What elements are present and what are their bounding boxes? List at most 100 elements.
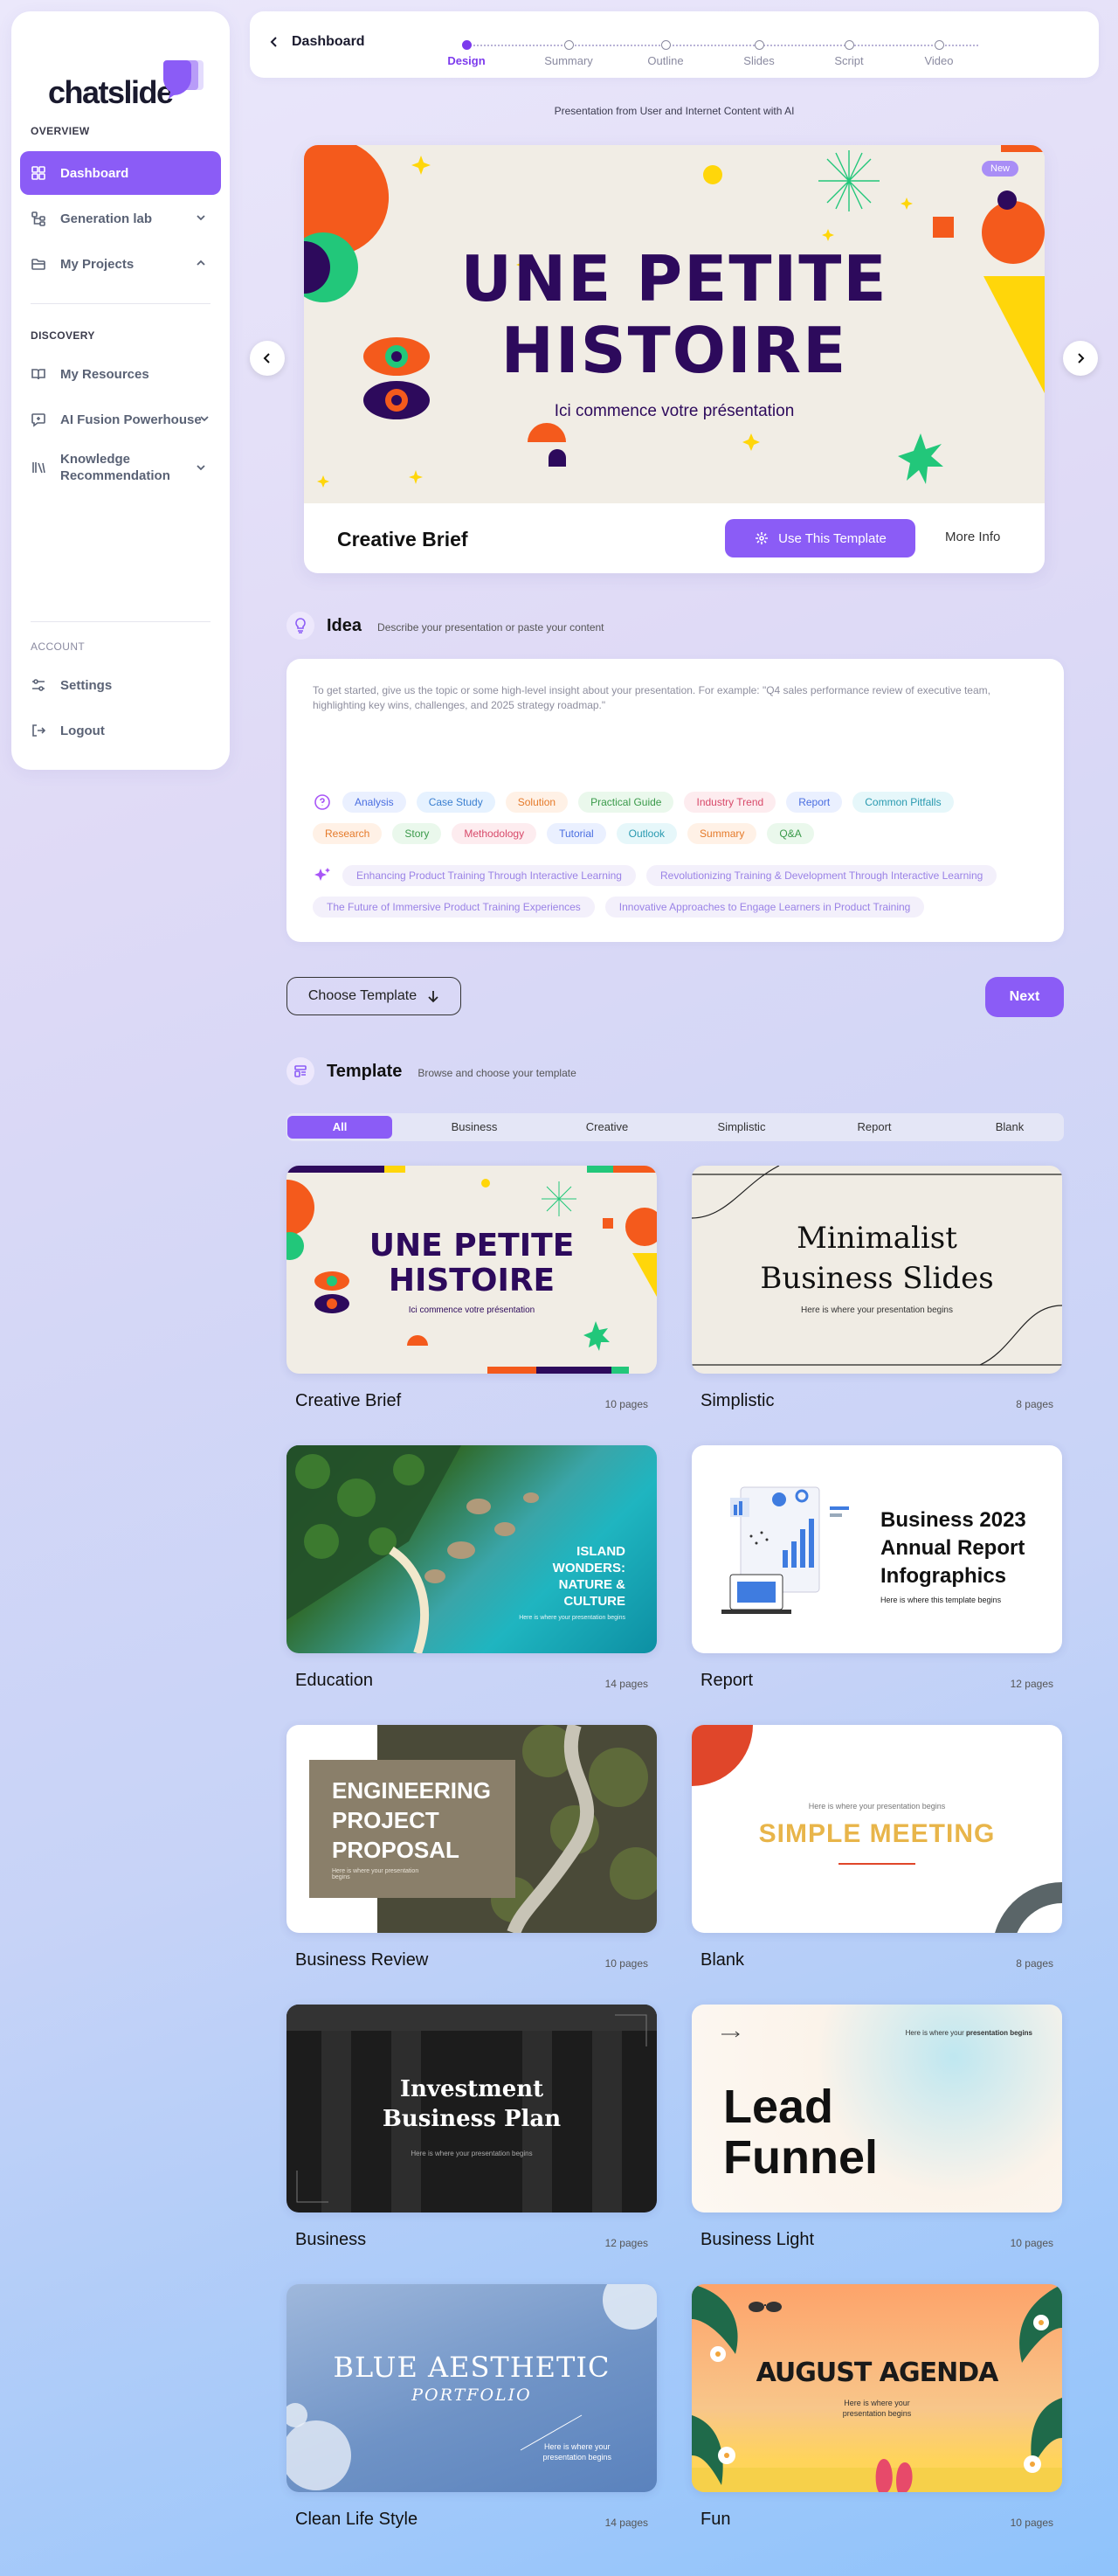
sidebar-item-knowledge[interactable]: Knowledge Recommendation [20, 443, 221, 492]
chip-common-pitfalls[interactable]: Common Pitfalls [852, 792, 954, 813]
template-name: Blank [700, 1950, 745, 1970]
template-card-report[interactable]: Business 2023 Annual Report Infographics… [692, 1445, 1062, 1707]
step-summary[interactable]: Summary [516, 40, 621, 67]
hero-tagline: Ici commence votre présentation [554, 402, 795, 420]
thumb-title: AUGUST AGENDA [756, 2358, 999, 2388]
chip-practical-guide[interactable]: Practical Guide [578, 792, 674, 813]
thumb-subtitle: Here is where your presentation begins [801, 1305, 953, 1315]
thumb-subtitle: Ici commence votre présentation [408, 1305, 535, 1315]
chip-outlook[interactable]: Outlook [616, 823, 678, 844]
carousel-prev-button[interactable] [250, 341, 285, 376]
template-pages: 14 pages [604, 2517, 648, 2529]
thumb-subtitle: Here is where your presentation begins [411, 2150, 533, 2157]
template-description: Browse and choose your template [418, 1067, 576, 1079]
template-filter-tabs: All Business Creative Simplistic Report … [286, 1113, 1064, 1141]
chip-story[interactable]: Story [392, 823, 442, 844]
sparkles-icon [314, 868, 330, 881]
chip-summary[interactable]: Summary [687, 823, 757, 844]
sidebar-item-my-projects[interactable]: My Projects [20, 242, 221, 286]
use-template-button[interactable]: Use This Template [725, 519, 915, 557]
template-card-fun[interactable]: AUGUST AGENDA Here is where your present… [692, 2284, 1062, 2546]
more-info-button[interactable]: More Info [945, 530, 1000, 544]
sidebar-item-generation-lab[interactable]: Generation lab [20, 197, 221, 240]
suggestion-item[interactable]: Enhancing Product Training Through Inter… [342, 865, 636, 886]
thumb-title-line: Business Slides [760, 1261, 994, 1296]
tab-business[interactable]: Business [422, 1116, 527, 1139]
tab-creative[interactable]: Creative [555, 1116, 659, 1139]
idea-description: Describe your presentation or paste your… [377, 621, 604, 634]
step-outline[interactable]: Outline [613, 40, 718, 67]
carousel-next-button[interactable] [1063, 341, 1098, 376]
tab-simplistic[interactable]: Simplistic [689, 1116, 794, 1139]
featured-template-footer: Creative Brief Use This Template More In… [304, 503, 1045, 573]
thumb-subtitle: Here is where your presentation begins [692, 2398, 1062, 2419]
thumb-title-line: Funnel [723, 2131, 878, 2184]
back-to-dashboard[interactable]: Dashboard [269, 34, 365, 50]
idea-placeholder[interactable]: To get started, give us the topic or som… [313, 683, 1038, 713]
tab-blank[interactable]: Blank [957, 1116, 1062, 1139]
template-card-business-light[interactable]: Here is where your presentation begins L… [692, 2005, 1062, 2267]
template-card-business-review[interactable]: ENGINEERING PROJECT PROPOSAL Here is whe… [286, 1725, 657, 1987]
suggestions-row2: The Future of Immersive Product Training… [313, 897, 925, 918]
top-bar: Dashboard Design Summary Outline Slides … [250, 11, 1099, 78]
template-thumbnail: BLUE AESTHETIC PORTFOLIO Here is where y… [286, 2284, 657, 2492]
chip-case-study[interactable]: Case Study [416, 792, 495, 813]
sidebar-item-logout[interactable]: Logout [20, 709, 221, 752]
idea-input-area[interactable]: To get started, give us the topic or som… [286, 659, 1064, 942]
template-thumbnail: Here is where your presentation begins S… [692, 1725, 1062, 1933]
template-card-clean-life-style[interactable]: BLUE AESTHETIC PORTFOLIO Here is where y… [286, 2284, 657, 2546]
featured-template-name: Creative Brief [337, 528, 468, 551]
step-script[interactable]: Script [797, 40, 901, 67]
chip-analysis[interactable]: Analysis [342, 792, 406, 813]
sidebar-item-my-resources[interactable]: My Resources [20, 352, 221, 396]
chip-tutorial[interactable]: Tutorial [547, 823, 606, 844]
thumb-subtitle-part: Here is where your [905, 2029, 964, 2037]
step-slides[interactable]: Slides [707, 40, 811, 67]
thumb-title-line: Minimalist [797, 1221, 957, 1256]
sidebar-item-settings[interactable]: Settings [20, 663, 221, 707]
topic-chips-row1: Analysis Case Study Solution Practical G… [313, 792, 954, 813]
chip-research[interactable]: Research [313, 823, 383, 844]
tab-all[interactable]: All [287, 1116, 392, 1139]
sidebar-item-dashboard[interactable]: Dashboard [20, 151, 221, 195]
template-pages: 10 pages [1010, 2517, 1053, 2529]
chatslide-logo[interactable]: chatslide [36, 45, 219, 114]
template-card-education[interactable]: ISLAND WONDERS: NATURE & CULTURE Here is… [286, 1445, 657, 1707]
suggestion-item[interactable]: Revolutionizing Training & Development T… [645, 865, 997, 886]
tab-report[interactable]: Report [822, 1116, 927, 1139]
logo-mark-icon [162, 60, 204, 99]
template-thumbnail: Minimalist Business Slides Here is where… [692, 1166, 1062, 1374]
library-icon [31, 460, 46, 475]
template-pages: 12 pages [604, 2237, 648, 2249]
chevron-left-icon [270, 37, 277, 47]
account-label: ACCOUNT [31, 641, 86, 653]
featured-template-preview: New une petite histoire Ici commence vot… [304, 145, 1045, 503]
choose-template-button[interactable]: Choose Template [286, 977, 461, 1015]
chip-industry-trend[interactable]: Industry Trend [684, 792, 776, 813]
step-label: Script [834, 54, 864, 67]
flow-icon [31, 211, 46, 226]
sidebar-item-label: My Resources [60, 366, 149, 382]
sidebar-item-ai-fusion[interactable]: AI Fusion Powerhouse [20, 398, 221, 441]
thumb-subtitle: Here is where your presentation begins [808, 1802, 946, 1811]
template-card-business[interactable]: Investment Business Plan Here is where y… [286, 2005, 657, 2267]
template-thumbnail: Investment Business Plan Here is where y… [286, 2005, 657, 2212]
chip-solution[interactable]: Solution [505, 792, 569, 813]
sidebar-item-label: My Projects [60, 256, 135, 272]
chip-report[interactable]: Report [786, 792, 843, 813]
step-label: Summary [544, 54, 593, 67]
template-card-blank[interactable]: Here is where your presentation begins S… [692, 1725, 1062, 1987]
template-card-creative-brief[interactable]: une petite histoire Ici commence votre p… [286, 1166, 657, 1428]
step-video[interactable]: Video [887, 40, 991, 67]
step-design[interactable]: Design [414, 40, 519, 67]
thumb-title-italic: PORTFOLIO [411, 2386, 532, 2405]
featured-template-card[interactable]: New une petite histoire Ici commence vot… [304, 145, 1045, 573]
next-button[interactable]: Next [985, 977, 1064, 1017]
thumb-subtitle-bold: presentation begins [965, 2029, 1032, 2037]
suggestion-item[interactable]: Innovative Approaches to Engage Learners… [604, 897, 925, 918]
step-label: Video [924, 54, 954, 67]
chip-methodology[interactable]: Methodology [452, 823, 537, 844]
template-card-simplistic[interactable]: Minimalist Business Slides Here is where… [692, 1166, 1062, 1428]
suggestion-item[interactable]: The Future of Immersive Product Training… [313, 897, 595, 918]
chip-qa[interactable]: Q&A [767, 823, 814, 844]
